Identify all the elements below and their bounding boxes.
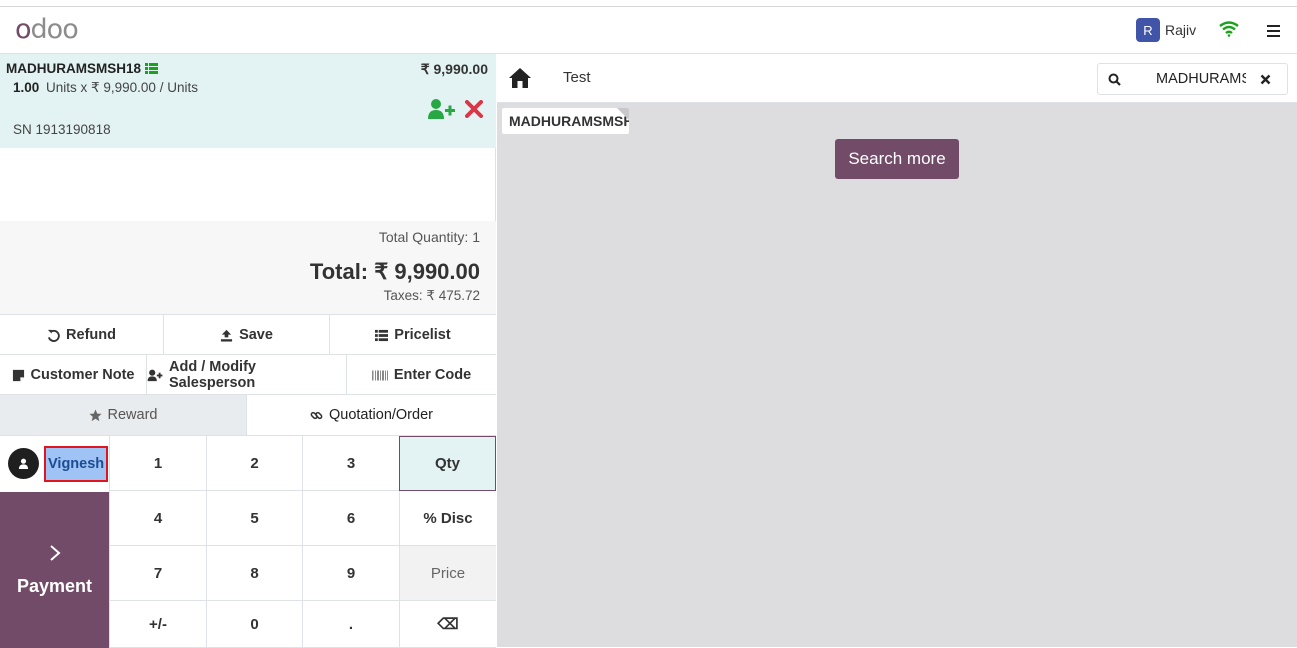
add-user-icon[interactable] <box>428 98 456 120</box>
numpad-key-1[interactable]: 1 <box>109 436 206 491</box>
customer-note-label: Customer Note <box>30 367 135 383</box>
control-row-2: Customer Note Add / Modify Salesperson E… <box>0 354 496 395</box>
list-icon <box>375 329 389 341</box>
numpad-decimal[interactable]: . <box>302 601 399 648</box>
salesperson-button[interactable]: Add / Modify Salesperson <box>147 355 347 395</box>
order-line-product: MADHURAMSMSH18 <box>6 61 159 76</box>
order-panel: MADHURAMSMSH18 ₹ 9,990.00 1.00 Units x ₹… <box>0 54 496 648</box>
numpad-key-3[interactable]: 3 <box>302 436 399 491</box>
tag-corner <box>617 108 629 120</box>
enter-code-button[interactable]: Enter Code <box>347 355 496 395</box>
order-total: Total: ₹ 9,990.00 <box>309 259 480 284</box>
chevron-right-icon <box>49 544 61 561</box>
logo-text-rest: doo <box>30 13 79 45</box>
salesperson-label: Add / Modify Salesperson <box>168 359 256 391</box>
note-icon <box>12 369 24 381</box>
order-line-price: ₹ 9,990.00 <box>420 61 488 77</box>
barcode-icon <box>371 370 388 380</box>
refund-label: Refund <box>66 327 116 343</box>
lot-list-icon[interactable] <box>145 63 159 74</box>
user-avatar: R <box>1136 18 1160 42</box>
upload-icon <box>220 329 233 342</box>
customer-name: Vignesh <box>44 445 109 482</box>
category-test[interactable]: Test <box>563 69 591 86</box>
user-icon <box>8 448 39 479</box>
reward-label: Reward <box>107 407 158 423</box>
reward-button[interactable]: Reward <box>0 395 247 435</box>
search-icon <box>1108 73 1121 86</box>
wifi-icon[interactable] <box>1219 21 1239 37</box>
payment-button[interactable]: Payment <box>0 492 109 648</box>
numpad-key-6[interactable]: 6 <box>302 491 399 546</box>
order-line-quantity: 1.00 Units x ₹ 9,990.00 / Units <box>13 80 198 96</box>
numpad-key-4[interactable]: 4 <box>109 491 206 546</box>
product-search <box>1097 63 1288 95</box>
undo-icon <box>47 329 60 342</box>
numpad-qty-mode[interactable]: Qty <box>399 436 496 491</box>
quotation-order-button[interactable]: Quotation/Order <box>247 395 496 435</box>
numpad-key-9[interactable]: 9 <box>302 546 399 601</box>
product-toolbar: Test <box>497 54 1297 103</box>
order-summary: Total Quantity: 1 Total: ₹ 9,990.00 Taxe… <box>0 221 496 315</box>
order-line-serial: SN 1913190818 <box>13 122 111 137</box>
numpad-key-7[interactable]: 7 <box>109 546 206 601</box>
add-user-icon <box>147 369 163 381</box>
numpad-key-8[interactable]: 8 <box>206 546 302 601</box>
pricelist-button[interactable]: Pricelist <box>330 315 496 355</box>
save-label: Save <box>239 327 273 343</box>
remove-icon[interactable] <box>465 100 483 118</box>
total-quantity: Total Quantity: 1 <box>378 229 480 245</box>
numpad-backspace[interactable]: ⌫ <box>399 601 496 648</box>
search-more-button[interactable]: Search more <box>835 139 959 179</box>
numpad-plus-minus[interactable]: +/- <box>109 601 206 648</box>
numpad: 1 2 3 Qty 4 5 6 % Disc 7 8 9 Price +/- 0… <box>109 436 496 648</box>
close-icon[interactable] <box>1260 74 1271 85</box>
user-menu[interactable]: R Rajiv <box>1136 18 1196 42</box>
product-panel: Test MADHURAMSMSH18 Search more <box>497 54 1297 647</box>
numpad-area: Vignesh Payment 1 2 3 Qty 4 5 6 % Disc 7… <box>0 435 496 648</box>
numpad-key-5[interactable]: 5 <box>206 491 302 546</box>
search-result-tag[interactable]: MADHURAMSMSH18 <box>502 108 629 134</box>
order-line-unit-text: Units x ₹ 9,990.00 / Units <box>46 80 198 95</box>
control-row-3: Reward Quotation/Order <box>0 394 496 435</box>
order-line-product-name: MADHURAMSMSH18 <box>6 61 142 76</box>
numpad-key-2[interactable]: 2 <box>206 436 302 491</box>
quotation-order-label: Quotation/Order <box>329 407 433 423</box>
refund-button[interactable]: Refund <box>0 315 164 355</box>
home-icon[interactable] <box>508 67 532 89</box>
save-button[interactable]: Save <box>164 315 330 355</box>
customer-note-button[interactable]: Customer Note <box>0 355 147 395</box>
star-icon <box>88 408 102 421</box>
order-taxes: Taxes: ₹ 475.72 <box>383 288 480 303</box>
pricelist-label: Pricelist <box>394 327 451 343</box>
numpad-key-0[interactable]: 0 <box>206 601 302 648</box>
search-result-tag-label: MADHURAMSMSH18 <box>509 113 629 129</box>
order-line-qty-value: 1.00 <box>13 80 40 95</box>
hamburger-menu-icon[interactable] <box>1267 25 1280 37</box>
payment-label: Payment <box>16 575 93 596</box>
customer-button[interactable]: Vignesh <box>0 436 109 491</box>
control-row-1: Refund Save Pricelist <box>0 314 496 355</box>
order-line[interactable]: MADHURAMSMSH18 ₹ 9,990.00 1.00 Units x ₹… <box>0 54 496 148</box>
numpad-price-mode[interactable]: Price <box>399 546 496 601</box>
odoo-logo: o doo <box>15 13 79 45</box>
enter-code-label: Enter Code <box>393 367 472 383</box>
link-icon <box>310 411 323 419</box>
user-name: Rajiv <box>1165 22 1197 38</box>
search-input[interactable] <box>1156 69 1246 89</box>
numpad-discount-mode[interactable]: % Disc <box>399 491 496 546</box>
top-bar: o doo R Rajiv <box>0 6 1297 54</box>
